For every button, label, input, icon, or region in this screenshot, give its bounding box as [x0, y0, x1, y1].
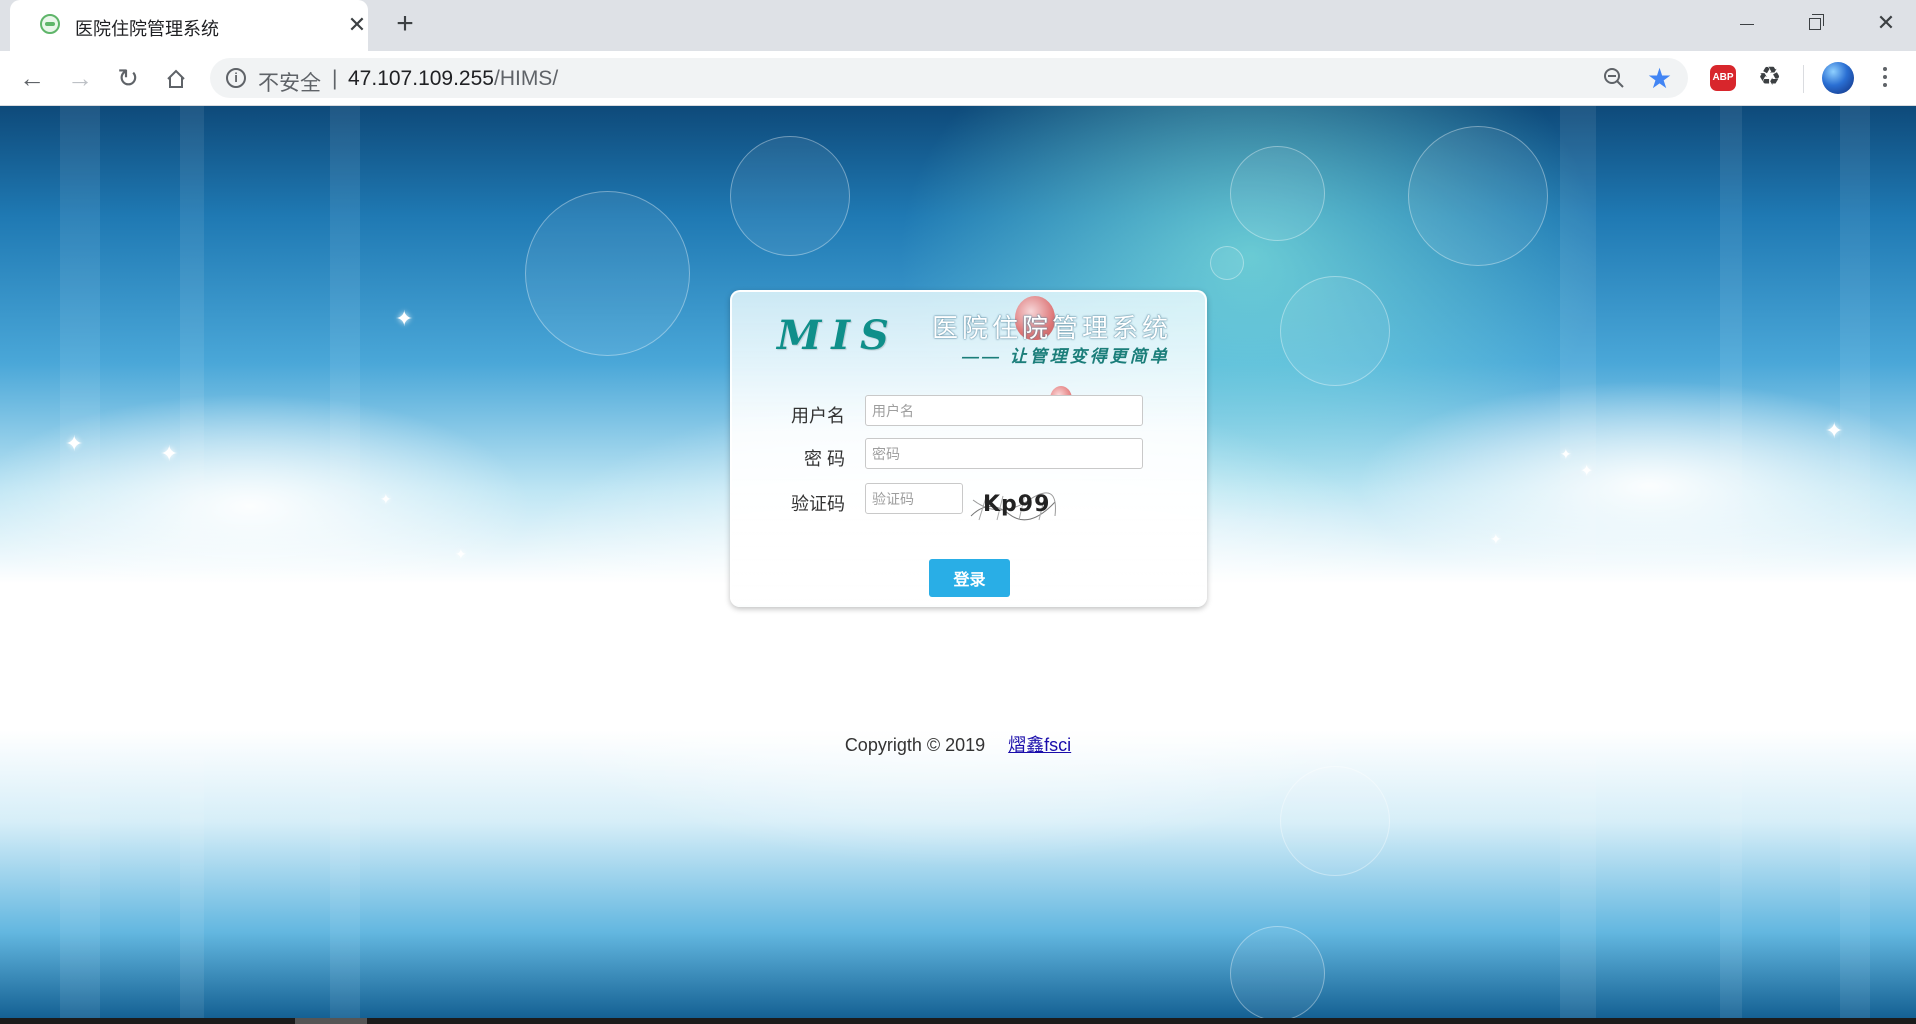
light-beam [1560, 106, 1596, 1024]
sparkle: ✦ [380, 491, 392, 507]
bokeh-bubble [1230, 926, 1325, 1021]
sparkle: ✦ [1825, 418, 1844, 443]
system-title: 医院住院管理系统 [932, 313, 1173, 343]
footer: Copyrigth © 2019 熠鑫fsci [0, 731, 1916, 757]
restore-icon [1809, 14, 1824, 31]
hospital-favicon-icon [40, 14, 60, 34]
password-label: 密 码 [803, 449, 845, 469]
adblock-icon[interactable]: ABP [1710, 65, 1736, 91]
back-arrow-icon[interactable]: ← [16, 63, 48, 95]
minimize-icon [1740, 23, 1754, 25]
url-text[interactable]: 47.107.109.255/HIMS/ [348, 67, 558, 91]
tab-close-icon[interactable]: ✕ [344, 12, 370, 38]
login-page-background: ✦ ✦ ✦ ✦ ✦ ✦ ✦ ✦ ✦ MIS 医院住院管理系统 —— 让管理变得更… [0, 106, 1916, 1024]
sparkle: ✦ [1560, 446, 1572, 462]
sparkle: ✦ [160, 441, 179, 466]
light-beam [60, 106, 100, 1024]
sparkle: ✦ [1580, 463, 1594, 480]
login-form: MIS 医院住院管理系统 —— 让管理变得更简单 用户名 密 码 验证码 Kp9… [730, 290, 1207, 607]
new-tab-button[interactable]: + [390, 9, 420, 40]
url-separator: | [332, 67, 338, 90]
bokeh-bubble [730, 136, 850, 256]
window-restore-button[interactable] [1795, 8, 1835, 38]
sparkle: ✦ [395, 306, 414, 331]
captcha-input[interactable] [865, 483, 963, 514]
toolbar-divider [1803, 65, 1804, 93]
recycle-extension-icon[interactable]: ♻ [1758, 61, 1781, 92]
address-bar[interactable]: i 不安全 | 47.107.109.255/HIMS/ ★ [210, 58, 1688, 98]
captcha-text: Kp99 [983, 492, 1051, 517]
security-status[interactable]: 不安全 [258, 67, 321, 97]
bokeh-bubble [1408, 126, 1548, 266]
taskbar-strip [0, 1018, 1916, 1024]
login-button[interactable]: 登录 [929, 559, 1010, 597]
username-label: 用户名 [791, 406, 845, 426]
password-input[interactable] [865, 438, 1143, 469]
bokeh-bubble [1210, 246, 1244, 280]
username-input[interactable] [865, 395, 1143, 426]
light-beam [1720, 106, 1742, 1024]
info-icon[interactable]: i [226, 68, 246, 88]
reload-icon[interactable]: ↻ [112, 63, 144, 95]
captcha-label: 验证码 [791, 494, 845, 514]
url-path: /HIMS/ [493, 67, 559, 90]
more-menu-icon[interactable] [1875, 63, 1895, 95]
captcha-image[interactable]: Kp99 [969, 490, 1057, 522]
browser-toolbar: ← → ↻ i 不安全 | 47.107.109.255/HIMS/ ★ ABP… [0, 51, 1916, 106]
copyright-text: Copyrigth © 2019 [844, 735, 986, 755]
url-host: 47.107.109.255 [348, 67, 494, 90]
bokeh-bubble [1280, 276, 1390, 386]
home-icon[interactable] [160, 63, 192, 95]
sparkle: ✦ [455, 546, 467, 562]
light-beam [330, 106, 360, 1024]
system-slogan: —— 让管理变得更简单 [962, 347, 1170, 366]
author-link[interactable]: 熠鑫fsci [1008, 735, 1071, 755]
browser-tab[interactable]: 医院住院管理系统 ✕ [10, 0, 368, 51]
logo-mis: MIS [777, 312, 899, 359]
window-minimize-button[interactable] [1727, 8, 1767, 38]
bokeh-bubble [1230, 146, 1325, 241]
browser-tab-strip: 医院住院管理系统 ✕ + ✕ [0, 0, 1916, 51]
sparkle: ✦ [65, 431, 84, 456]
profile-avatar-icon[interactable] [1822, 62, 1854, 94]
bookmark-star-icon[interactable]: ★ [1647, 62, 1672, 95]
zoom-out-icon[interactable] [1602, 66, 1626, 90]
taskbar-item [295, 1018, 367, 1024]
forward-arrow-icon[interactable]: → [64, 63, 96, 95]
sparkle: ✦ [1490, 531, 1502, 547]
tab-title: 医院住院管理系统 [75, 19, 219, 39]
light-beam [180, 106, 204, 1024]
bokeh-bubble [525, 191, 690, 356]
bokeh-bubble [1280, 766, 1390, 876]
window-close-button[interactable]: ✕ [1866, 8, 1906, 38]
light-beam [1840, 106, 1870, 1024]
